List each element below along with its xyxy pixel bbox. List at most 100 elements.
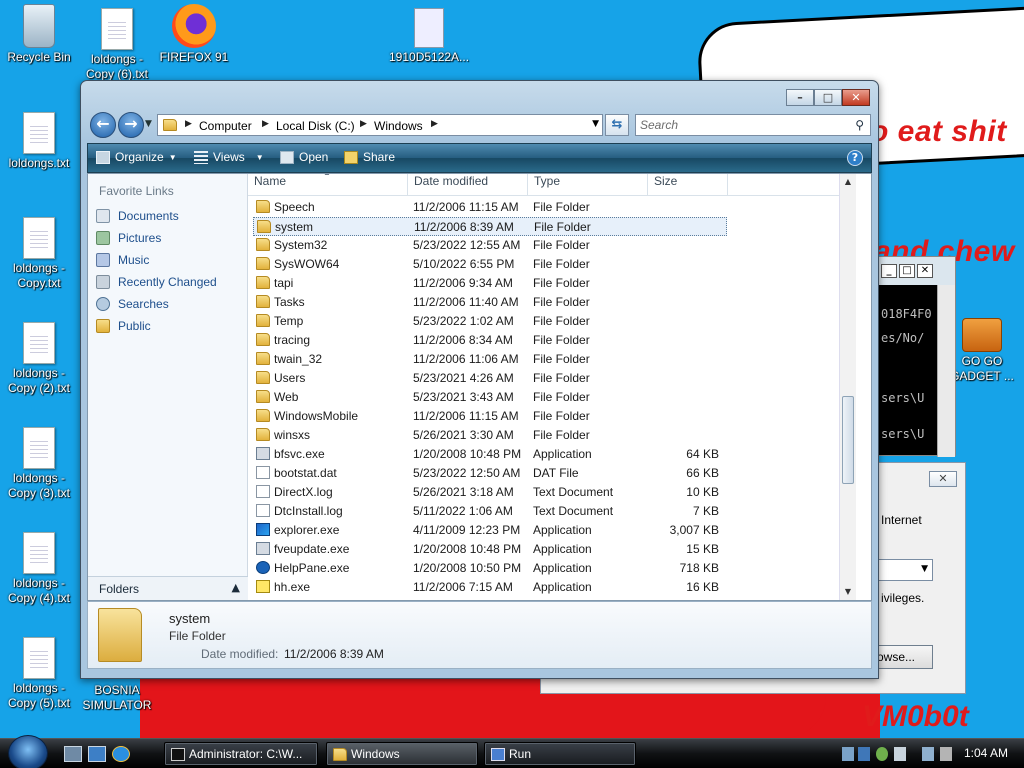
scroll-up-icon[interactable]: ▲ — [840, 174, 856, 190]
file-row[interactable]: Speech 11/2/2006 11:15 AM File Folder — [253, 198, 727, 217]
desktop-icon-loldongs-copy-4[interactable]: loldongs - Copy (4).txt — [0, 532, 79, 606]
desktop-icon-loldongs-copy-5[interactable]: loldongs - Copy (5).txt — [0, 637, 79, 711]
help-icon[interactable]: ? — [847, 150, 863, 166]
chevron-up-icon[interactable]: ▲ — [232, 581, 240, 594]
file-row[interactable]: tapi 11/2/2006 9:34 AM File Folder — [253, 274, 727, 293]
desktop-icon-loldongs-copy-3[interactable]: loldongs - Copy (3).txt — [0, 427, 79, 501]
address-bar[interactable]: ▶ Computer ▶ Local Disk (C:) ▶ Windows ▶… — [157, 114, 603, 136]
nav-link-recently-changed[interactable]: Recently Changed — [96, 275, 217, 289]
breadcrumb-arrow-icon[interactable]: ▶ — [185, 119, 192, 129]
searches-icon — [96, 297, 110, 311]
taskbar-clock[interactable]: 1:04 AM — [964, 746, 1008, 760]
recent-pages-dropdown[interactable]: ▼ — [145, 119, 152, 129]
desktop-icon-loldongs-copy-6[interactable]: loldongs - Copy (6).txt — [77, 8, 157, 82]
file-row[interactable]: System32 5/23/2022 12:55 AM File Folder — [253, 236, 727, 255]
file-type: File Folder — [533, 314, 590, 328]
open-button[interactable]: Open — [280, 150, 328, 164]
tray-icon-connection[interactable] — [922, 747, 934, 761]
start-button[interactable] — [8, 735, 48, 768]
search-icon[interactable]: ⚲ — [855, 118, 864, 132]
breadcrumb-arrow-icon[interactable]: ▶ — [262, 119, 269, 129]
file-row[interactable]: bootstat.dat 5/23/2022 12:50 AM DAT File 66… — [253, 464, 727, 483]
close-button[interactable]: ✕ — [842, 89, 870, 106]
file-row[interactable]: DirectX.log 5/26/2021 3:18 AM Text Documen… — [253, 483, 727, 502]
back-button[interactable]: ← — [90, 112, 116, 138]
desktop-icon-loldongs-copy[interactable]: loldongs - Copy.txt — [0, 217, 79, 291]
file-row[interactable]: explorer.exe 4/11/2009 12:23 PM Applicatio… — [253, 521, 727, 540]
explorer-window[interactable]: – □ ✕ ← → ▼ ▶ Computer ▶ Local Disk (C:)… — [80, 80, 879, 679]
nav-link-public[interactable]: Public — [96, 319, 151, 333]
show-desktop-icon[interactable] — [64, 746, 82, 762]
vertical-scrollbar[interactable]: ▲ ▼ — [839, 174, 856, 600]
file-row[interactable]: bfsvc.exe 1/20/2008 10:48 PM Application 64… — [253, 445, 727, 464]
search-box[interactable]: ⚲ — [635, 114, 871, 136]
console-scrollbar[interactable] — [937, 285, 955, 457]
scrollbar-thumb[interactable] — [842, 396, 854, 484]
file-row[interactable]: SysWOW64 5/10/2022 6:55 PM File Folder — [253, 255, 727, 274]
taskbar-button-windows[interactable]: Windows — [326, 742, 478, 766]
file-row[interactable]: Web 5/23/2021 3:43 AM File Folder — [253, 388, 727, 407]
tray-icon-monitor[interactable] — [858, 747, 870, 761]
breadcrumb-local-disk[interactable]: Local Disk (C:) — [276, 119, 355, 133]
search-input[interactable] — [636, 115, 846, 135]
folders-toggle-bar[interactable]: Folders ▲ — [88, 576, 248, 600]
views-button[interactable]: Views ▼ — [194, 150, 264, 164]
nav-link-searches[interactable]: Searches — [96, 297, 169, 311]
tray-icon-security[interactable] — [894, 747, 906, 761]
file-row[interactable]: twain_32 11/2/2006 11:06 AM File Folder — [253, 350, 727, 369]
console-window[interactable]: _ □ ✕ 018F4F0 es/No/ sers\U sers\U — [876, 256, 956, 457]
desktop-icon-firefox[interactable]: FIREFOX 91 — [154, 4, 234, 65]
organize-button[interactable]: Organize ▼ — [96, 150, 177, 164]
close-button[interactable]: ✕ — [917, 264, 933, 278]
internet-explorer-icon[interactable] — [112, 746, 130, 762]
tray-icon-sync[interactable] — [876, 747, 888, 761]
breadcrumb-arrow-icon[interactable]: ▶ — [431, 119, 438, 129]
taskbar-button-console[interactable]: Administrator: C:\W... — [164, 742, 318, 766]
breadcrumb-windows[interactable]: Windows — [374, 119, 423, 133]
file-row[interactable]: Temp 5/23/2022 1:02 AM File Folder — [253, 312, 727, 331]
desktop-icon-recycle-bin[interactable]: Recycle Bin — [0, 4, 79, 65]
desktop-icon-loldongs-copy-2[interactable]: loldongs - Copy (2).txt — [0, 322, 79, 396]
file-row[interactable]: HelpPane.exe 1/20/2008 10:50 PM Applicatio… — [253, 559, 727, 578]
run-dialog[interactable]: ✕ Internet ▼ ivileges. owse... — [876, 462, 966, 694]
breadcrumb-arrow-icon[interactable]: ▶ — [360, 119, 367, 129]
file-row[interactable]: tracing 11/2/2006 8:34 AM File Folder — [253, 331, 727, 350]
file-row[interactable]: Tasks 11/2/2006 11:40 AM File Folder — [253, 293, 727, 312]
run-command-select[interactable]: ▼ — [877, 559, 933, 581]
column-header-date[interactable]: Date modified — [408, 174, 528, 196]
nav-link-music[interactable]: Music — [96, 253, 149, 267]
desktop-icon-email-file[interactable]: 1910D5122A... — [389, 8, 469, 65]
forward-button[interactable]: → — [118, 112, 144, 138]
switch-windows-icon[interactable] — [88, 746, 106, 762]
browse-button[interactable]: owse... — [877, 645, 933, 669]
file-row[interactable]: system 11/2/2006 8:39 AM File Folder — [253, 217, 727, 236]
column-header-name[interactable]: Name ▲ — [248, 174, 408, 196]
close-button[interactable]: ✕ — [929, 471, 957, 487]
taskbar-button-label: Run — [509, 747, 532, 761]
minimize-button[interactable]: – — [786, 89, 814, 106]
breadcrumb-computer[interactable]: Computer — [199, 119, 252, 133]
file-row[interactable]: hh.exe 11/2/2006 7:15 AM Application 16 KB — [253, 578, 727, 597]
chevron-down-icon[interactable]: ▼ — [592, 119, 599, 129]
tray-icon-network[interactable] — [842, 747, 854, 761]
minimize-button[interactable]: _ — [881, 264, 897, 278]
file-row[interactable]: WindowsMobile 11/2/2006 11:15 AM File Fold… — [253, 407, 727, 426]
maximize-button[interactable]: □ — [814, 89, 842, 106]
column-header-size[interactable]: Size — [648, 174, 728, 196]
file-row[interactable]: winsxs 5/26/2021 3:30 AM File Folder — [253, 426, 727, 445]
maximize-button[interactable]: □ — [899, 264, 915, 278]
taskbar-button-run[interactable]: Run — [484, 742, 636, 766]
file-row[interactable]: DtcInstall.log 5/11/2022 1:06 AM Text Docu… — [253, 502, 727, 521]
refresh-button[interactable]: ⇆ — [605, 114, 629, 136]
nav-link-documents[interactable]: Documents — [96, 209, 179, 223]
file-row[interactable]: Users 5/23/2021 4:26 AM File Folder — [253, 369, 727, 388]
desktop-icon-bosnia-simulator[interactable]: BOSNIA SIMULATOR — [77, 683, 157, 713]
share-button[interactable]: Share — [344, 150, 395, 164]
console-titlebar[interactable]: _ □ ✕ — [877, 257, 955, 285]
desktop-icon-loldongs[interactable]: loldongs.txt — [0, 112, 79, 171]
column-header-type[interactable]: Type — [528, 174, 648, 196]
nav-link-pictures[interactable]: Pictures — [96, 231, 161, 245]
volume-muted-icon[interactable] — [940, 747, 952, 761]
scroll-down-icon[interactable]: ▼ — [840, 584, 856, 600]
file-row[interactable]: fveupdate.exe 1/20/2008 10:48 PM Applicati… — [253, 540, 727, 559]
